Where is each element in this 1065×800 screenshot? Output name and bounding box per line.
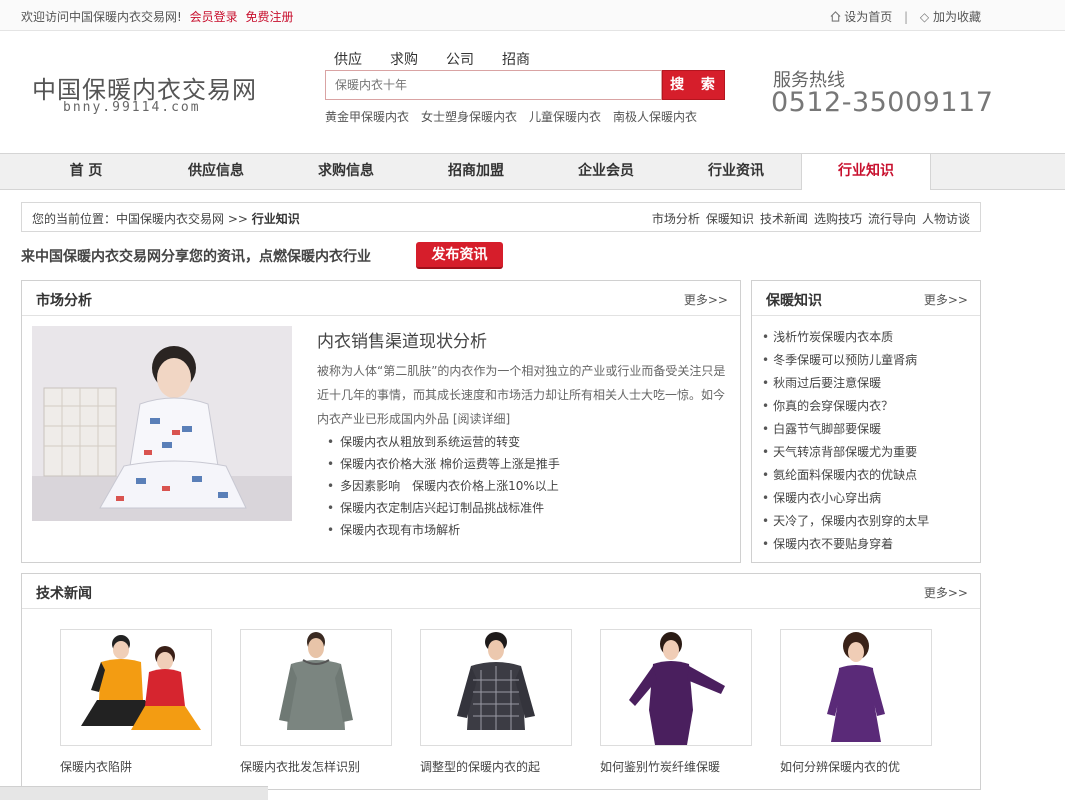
market-article-list: 保暖内衣从粗放到系统运营的转变 保暖内衣价格大涨 棉价运费等上涨是推手 多因素影… — [327, 431, 560, 541]
panel-header: 市场分析 更多>> — [22, 281, 740, 316]
product-card[interactable]: 保暖内衣批发怎样识别 — [240, 629, 392, 775]
article-image[interactable] — [32, 326, 292, 521]
nav-item-supply[interactable]: 供应信息 — [151, 154, 281, 189]
article-title[interactable]: 内衣销售渠道现状分析 — [317, 327, 487, 352]
list-item[interactable]: 氨纶面料保暖内衣的优缺点 — [762, 464, 929, 487]
home-icon — [830, 11, 841, 22]
hot-keyword[interactable]: 黄金甲保暖内衣 — [325, 110, 409, 124]
nav-item-franchise[interactable]: 招商加盟 — [411, 154, 541, 189]
breadcrumb-prefix: 您的当前位置： — [32, 212, 117, 226]
product-caption[interactable]: 如何分辨保暖内衣的优 — [780, 758, 932, 775]
login-link[interactable]: 会员登录 — [190, 10, 238, 24]
product-card[interactable]: 如何鉴别竹炭纤维保暖 — [600, 629, 752, 775]
register-link[interactable]: 免费注册 — [245, 10, 293, 24]
list-item[interactable]: 保暖内衣小心穿出病 — [762, 487, 929, 510]
search-box — [325, 70, 662, 100]
list-item[interactable]: 保暖内衣从粗放到系统运营的转变 — [327, 431, 560, 453]
list-item[interactable]: 保暖内衣定制店兴起订制品挑战标准件 — [327, 497, 560, 519]
list-item[interactable]: 天冷了，保暖内衣别穿的太早 — [762, 510, 929, 533]
search-tab-company[interactable]: 公司 — [446, 52, 474, 68]
product-caption[interactable]: 保暖内衣批发怎样识别 — [240, 758, 392, 775]
product-image[interactable] — [60, 629, 212, 746]
list-item[interactable]: 多因素影响 保暖内衣价格上涨10%以上 — [327, 475, 560, 497]
product-image[interactable] — [780, 629, 932, 746]
list-item[interactable]: 保暖内衣价格大涨 棉价运费等上涨是推手 — [327, 453, 560, 475]
product-caption[interactable]: 保暖内衣陷阱 — [60, 758, 212, 775]
quick-link[interactable]: 技术新闻 — [760, 212, 808, 226]
product-image[interactable] — [420, 629, 572, 746]
list-item[interactable]: 秋雨过后要注意保暖 — [762, 372, 929, 395]
market-analysis-panel: 市场分析 更多>> 内衣销售渠道现状分析 被称为人体“第二肌肤”的内衣作为一个相… — [21, 280, 741, 563]
product-caption[interactable]: 如何鉴别竹炭纤维保暖 — [600, 758, 752, 775]
site-domain: bnny.99114.com — [63, 100, 201, 115]
more-link[interactable]: 更多>> — [684, 291, 728, 308]
tech-news-panel: 技术新闻 更多>> 保暖内衣陷阱 保暖内衣批发怎样识别 调整型的保暖内衣的起 如… — [21, 573, 981, 790]
nav-item-buy[interactable]: 求购信息 — [281, 154, 411, 189]
panel-title: 保暖知识 — [766, 293, 822, 309]
list-item[interactable]: 保暖内衣现有市场解析 — [327, 519, 560, 541]
article-summary: 被称为人体“第二肌肤”的内衣作为一个相对独立的产业或行业而备受关注只是近十几年的… — [317, 364, 726, 426]
panel-title: 技术新闻 — [36, 586, 92, 602]
nav-item-news[interactable]: 行业资讯 — [671, 154, 801, 189]
breadcrumb-current: 行业知识 — [251, 212, 300, 226]
top-bar: 欢迎访问中国保暖内衣交易网! 会员登录 免费注册 设为首页 | ◇ 加为收藏 — [0, 0, 1065, 31]
search-tab-supply[interactable]: 供应 — [334, 52, 362, 68]
nav-item-knowledge[interactable]: 行业知识 — [801, 154, 931, 190]
quick-link[interactable]: 流行导向 — [868, 212, 916, 226]
quick-link[interactable]: 市场分析 — [652, 212, 700, 226]
breadcrumb-home[interactable]: 中国保暖内衣交易网 — [116, 212, 224, 226]
list-item[interactable]: 冬季保暖可以预防儿童肾病 — [762, 349, 929, 372]
search-input[interactable] — [326, 71, 661, 99]
quick-link[interactable]: 选购技巧 — [814, 212, 862, 226]
product-card[interactable]: 调整型的保暖内衣的起 — [420, 629, 572, 775]
product-image[interactable] — [600, 629, 752, 746]
quick-link[interactable]: 人物访谈 — [922, 212, 970, 226]
breadcrumb-separator: >> — [227, 212, 248, 226]
knowledge-list: 浅析竹炭保暖内衣本质 冬季保暖可以预防儿童肾病 秋雨过后要注意保暖 你真的会穿保… — [762, 326, 929, 556]
welcome-area: 欢迎访问中国保暖内衣交易网! 会员登录 免费注册 — [21, 8, 294, 25]
publish-news-button[interactable]: 发布资讯 — [416, 242, 503, 269]
horizontal-scrollbar[interactable] — [0, 786, 268, 800]
main-nav: 首 页 供应信息 求购信息 招商加盟 企业会员 行业资讯 行业知识 — [0, 153, 1065, 190]
list-item[interactable]: 保暖内衣不要贴身穿着 — [762, 533, 929, 556]
search-tab-merchant[interactable]: 招商 — [502, 52, 530, 68]
product-card[interactable]: 保暖内衣陷阱 — [60, 629, 212, 775]
product-caption[interactable]: 调整型的保暖内衣的起 — [420, 758, 572, 775]
top-right-links: 设为首页 | ◇ 加为收藏 — [830, 8, 981, 25]
share-prompt: 来中国保暖内衣交易网分享您的资讯，点燃保暖内衣行业 — [21, 249, 371, 265]
list-item[interactable]: 天气转凉背部保暖尤为重要 — [762, 441, 929, 464]
list-item[interactable]: 浅析竹炭保暖内衣本质 — [762, 326, 929, 349]
product-card[interactable]: 如何分辨保暖内衣的优 — [780, 629, 932, 775]
search-button[interactable]: 搜 索 — [662, 70, 725, 100]
nav-item-members[interactable]: 企业会员 — [541, 154, 671, 189]
search-tab-buy[interactable]: 求购 — [390, 52, 418, 68]
more-link[interactable]: 更多>> — [924, 291, 968, 308]
search-tabs: 供应 求购 公司 招商 — [334, 49, 558, 69]
hotline-number: 0512-35009117 — [771, 87, 994, 118]
panel-header: 保暖知识 更多>> — [752, 281, 980, 316]
panel-title: 市场分析 — [36, 293, 92, 309]
welcome-text: 欢迎访问中国保暖内衣交易网! — [21, 10, 182, 24]
diamond-icon: ◇ — [919, 10, 930, 24]
hot-keyword[interactable]: 儿童保暖内衣 — [529, 110, 601, 124]
quick-link[interactable]: 保暖知识 — [706, 212, 754, 226]
product-image[interactable] — [240, 629, 392, 746]
list-item[interactable]: 白露节气脚部要保暖 — [762, 418, 929, 441]
set-home-link[interactable]: 设为首页 — [844, 10, 892, 24]
add-favorite-link[interactable]: 加为收藏 — [933, 10, 981, 24]
breadcrumb-bar: 您的当前位置：中国保暖内衣交易网 >> 行业知识 市场分析 保暖知识 技术新闻 选购技… — [21, 202, 981, 232]
panel-header: 技术新闻 更多>> — [22, 574, 980, 609]
hot-keyword[interactable]: 南极人保暖内衣 — [613, 110, 697, 124]
divider: | — [904, 10, 909, 24]
breadcrumb: 您的当前位置：中国保暖内衣交易网 >> 行业知识 — [32, 210, 300, 227]
warmth-knowledge-panel: 保暖知识 更多>> 浅析竹炭保暖内衣本质 冬季保暖可以预防儿童肾病 秋雨过后要注… — [751, 280, 981, 563]
quick-links: 市场分析 保暖知识 技术新闻 选购技巧 流行导向 人物访谈 — [646, 210, 970, 227]
hot-keyword[interactable]: 女士塑身保暖内衣 — [421, 110, 517, 124]
nav-item-home[interactable]: 首 页 — [21, 154, 151, 189]
more-link[interactable]: 更多>> — [924, 584, 968, 601]
hot-keywords: 黄金甲保暖内衣 女士塑身保暖内衣 儿童保暖内衣 南极人保暖内衣 — [325, 108, 709, 125]
list-item[interactable]: 你真的会穿保暖内衣？ — [762, 395, 929, 418]
